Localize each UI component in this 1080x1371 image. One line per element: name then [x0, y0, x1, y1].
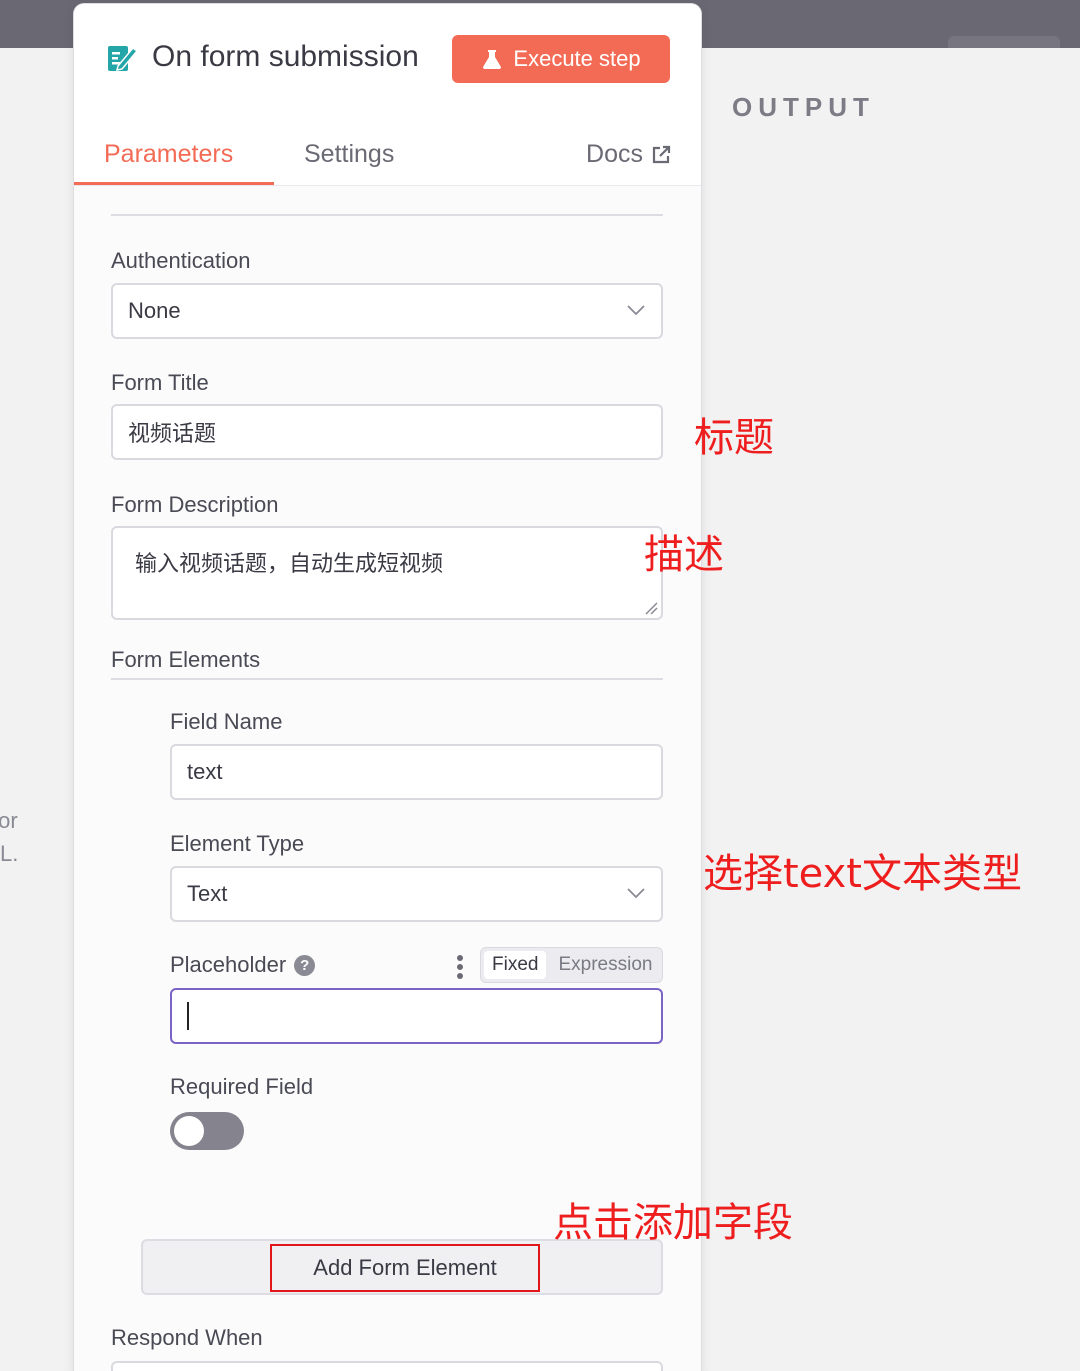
- text-caret: [187, 1002, 189, 1030]
- execute-step-button[interactable]: Execute step: [452, 35, 670, 83]
- resize-handle-icon[interactable]: [644, 601, 658, 615]
- more-options-icon[interactable]: [456, 954, 464, 980]
- form-description-label: Form Description: [111, 492, 279, 517]
- authentication-value: None: [128, 298, 181, 323]
- element-type-value: Text: [187, 881, 228, 906]
- placeholder-label-row: Placeholder?: [170, 952, 316, 978]
- top-tab: [948, 36, 1060, 48]
- field-name-value: text: [187, 759, 223, 784]
- panel-header: On form submission Execute step Paramete…: [74, 4, 701, 186]
- tab-docs-label: Docs: [586, 140, 643, 168]
- placeholder-input[interactable]: [170, 988, 663, 1044]
- annotation-title: 标题: [694, 415, 774, 461]
- field-name-input[interactable]: text: [170, 744, 663, 800]
- tab-docs[interactable]: Docs: [586, 140, 671, 169]
- required-field-label: Required Field: [170, 1074, 314, 1099]
- form-title-label: Form Title: [111, 370, 209, 395]
- element-type-label: Element Type: [170, 831, 305, 856]
- node-title: On form submission: [152, 40, 419, 73]
- form-title-value: 视频话题: [128, 421, 217, 446]
- mode-fixed-button[interactable]: Fixed: [484, 951, 547, 979]
- toggle-knob: [174, 1116, 204, 1146]
- field-name-label: Field Name: [170, 709, 283, 734]
- value-mode-toggle: Fixed Expression: [480, 947, 663, 983]
- node-panel: On form submission Execute step Paramete…: [74, 4, 701, 1371]
- chevron-down-icon: [627, 888, 645, 898]
- annotation-element-type: 选择text文本类型: [703, 851, 1022, 897]
- respond-when-select[interactable]: [111, 1361, 663, 1371]
- left-hint-line-1: for: [0, 808, 18, 833]
- output-label: OUTPUT: [732, 92, 875, 122]
- chevron-down-icon: [627, 305, 645, 315]
- required-field-toggle[interactable]: [170, 1112, 244, 1150]
- question-icon[interactable]: ?: [294, 955, 316, 976]
- parameters-form: Authentication None Form Title 视频话题 Form…: [74, 186, 701, 1371]
- panel-tabs: Parameters Settings Docs: [74, 136, 701, 186]
- annotation-add-field: 点击添加字段: [553, 1200, 793, 1246]
- execute-step-label: Execute step: [513, 46, 641, 71]
- flask-icon: [483, 50, 502, 69]
- form-icon: [108, 46, 138, 71]
- element-type-select[interactable]: Text: [170, 866, 663, 922]
- authentication-select[interactable]: None: [111, 283, 663, 339]
- add-form-element-button[interactable]: Add Form Element: [270, 1244, 540, 1292]
- external-link-icon: [652, 145, 671, 163]
- placeholder-label: Placeholder: [170, 952, 287, 977]
- left-hint-text: for L.: [0, 804, 40, 870]
- form-elements-divider: [111, 678, 663, 680]
- annotation-description: 描述: [644, 532, 724, 578]
- left-hint-line-2: L.: [0, 841, 19, 866]
- form-description-value: 输入视频话题，自动生成短视频: [135, 551, 444, 576]
- form-description-textarea[interactable]: 输入视频话题，自动生成短视频: [111, 526, 663, 620]
- mode-expression-button[interactable]: Expression: [550, 951, 660, 979]
- tab-settings[interactable]: Settings: [304, 140, 394, 169]
- respond-when-label: Respond When: [111, 1325, 263, 1350]
- section-divider: [111, 214, 663, 216]
- form-title-input[interactable]: 视频话题: [111, 404, 663, 460]
- form-elements-label: Form Elements: [111, 647, 261, 672]
- tab-parameters[interactable]: Parameters: [104, 140, 233, 169]
- authentication-label: Authentication: [111, 248, 251, 273]
